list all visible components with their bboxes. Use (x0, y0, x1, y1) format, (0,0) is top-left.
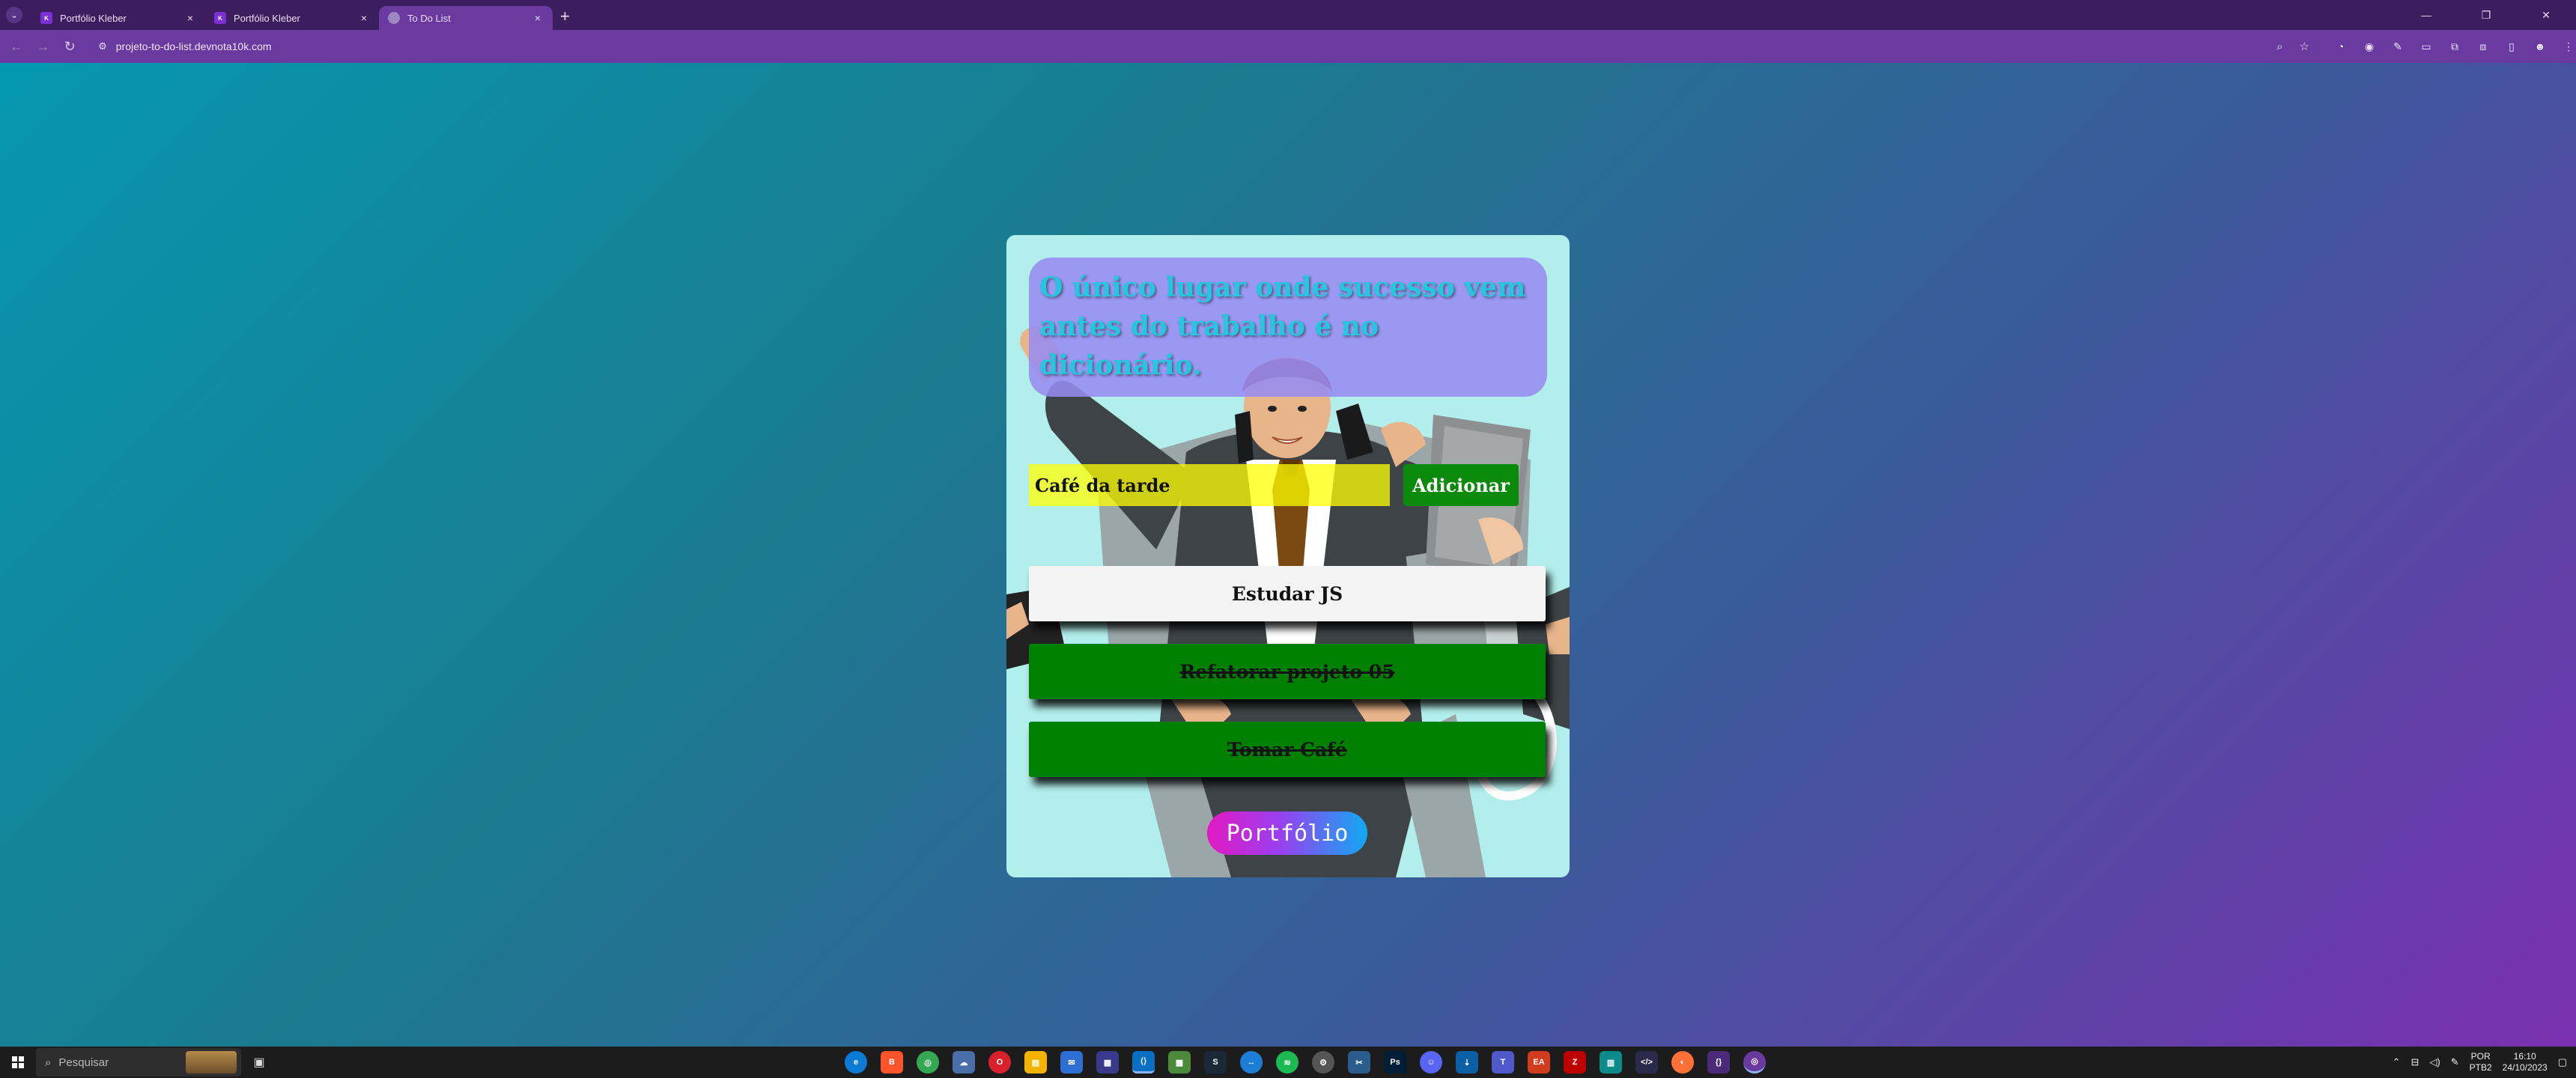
url-text[interactable]: projeto-to-do-list.devnota10k.com (116, 40, 2276, 52)
window-controls: — ❐ ✕ (2396, 0, 2576, 30)
search-highlight-image (186, 1051, 237, 1074)
color-picker-icon[interactable]: ◉ (2362, 39, 2377, 54)
spotify-icon[interactable]: ≋ (1276, 1051, 1298, 1074)
weather-app-icon[interactable]: ☁ (953, 1051, 975, 1074)
restore-icon[interactable]: ❐ (2456, 0, 2516, 30)
chrome-icon[interactable]: ◎ (917, 1051, 939, 1074)
globe-icon (388, 12, 400, 24)
notifications-icon[interactable]: ▢ (2558, 1056, 2567, 1068)
opera-icon[interactable]: O (988, 1051, 1011, 1074)
minecraft-icon[interactable]: ▩ (1168, 1051, 1191, 1074)
language-code: POR (2470, 1051, 2491, 1062)
game-launcher-icon[interactable]: EA (1528, 1051, 1550, 1074)
terminal-icon[interactable]: ▥ (1600, 1051, 1622, 1074)
reload-icon[interactable]: ↻ (59, 36, 80, 57)
discord-icon[interactable]: ☺ (1420, 1051, 1442, 1074)
eyedropper-icon[interactable]: ✎ (2390, 39, 2405, 54)
microsoft-store-icon[interactable]: ▦ (1096, 1051, 1119, 1074)
teamviewer-icon[interactable]: ↔ (1240, 1051, 1263, 1074)
settings-icon[interactable]: ⚙ (1312, 1051, 1334, 1074)
browser-toolbar: ← → ↻ ⚙ projeto-to-do-list.devnota10k.co… (0, 30, 2576, 63)
profile-avatar-icon[interactable]: ☻ (2533, 39, 2548, 54)
pin-app-icon[interactable]: ⇣ (1456, 1051, 1478, 1074)
extension-icon[interactable]: ⧉ (2447, 39, 2462, 54)
portfolio-button[interactable]: Portfólio (1207, 811, 1367, 855)
tab-title: To Do List (407, 12, 451, 24)
snipping-tool-icon[interactable]: ✂ (1348, 1051, 1370, 1074)
kleber-favicon-icon: K (40, 12, 52, 24)
steam-icon[interactable]: S (1204, 1051, 1227, 1074)
task-view-icon[interactable]: ▣ (241, 1047, 277, 1078)
extension-icon[interactable]: ▭ (2419, 39, 2434, 54)
tab-title: Portfólio Kleber (234, 12, 300, 24)
add-task-button[interactable]: Adicionar (1403, 464, 1519, 506)
vscode-icon[interactable]: ⟨⟩ (1132, 1051, 1155, 1074)
close-window-icon[interactable]: ✕ (2516, 0, 2576, 30)
mail-icon[interactable]: ✉ (1060, 1051, 1083, 1074)
keyboard-layout: PTB2 (2469, 1062, 2492, 1073)
keyboard-language[interactable]: POR PTB2 (2470, 1051, 2492, 1074)
pen-icon[interactable]: ✎ (2451, 1056, 2459, 1068)
bookmark-star-icon[interactable]: ☆ (2300, 40, 2309, 53)
windows-taskbar: ⌕ Pesquisar ▣ e B ◎ ☁ O ▤ ✉ ▦ ⟨⟩ ▩ S ↔ ≋… (0, 1047, 2576, 1078)
browser-tab-2[interactable]: K Portfólio Kleber × (205, 6, 379, 30)
new-tab-icon[interactable]: + (560, 7, 570, 26)
firefox-icon[interactable]: ◐ (1671, 1051, 1694, 1074)
puzzle-icon[interactable]: ⧈ (2476, 39, 2491, 54)
clock-time: 16:10 (2513, 1051, 2536, 1062)
teams-icon[interactable]: T (1492, 1051, 1514, 1074)
brackets-app-icon[interactable]: {} (1707, 1051, 1730, 1074)
zoom-icon[interactable]: ⌕ (2276, 40, 2282, 53)
clock[interactable]: 16:10 24/10/2023 (2503, 1051, 2548, 1074)
close-tab-icon[interactable]: × (184, 12, 196, 24)
browser-tab-strip: ⌄ K Portfólio Kleber × K Portfólio Klebe… (0, 0, 2576, 30)
close-tab-icon[interactable]: × (358, 12, 370, 24)
todo-card: O único lugar onde sucesso vem antes do … (1006, 235, 1570, 877)
volume-icon[interactable]: ◁) (2429, 1056, 2440, 1068)
menu-kebab-icon[interactable]: ⋮ (2561, 39, 2576, 54)
windows-start-icon[interactable] (0, 1047, 36, 1078)
search-icon: ⌕ (45, 1056, 52, 1069)
motivational-quote: O único lugar onde sucesso vem antes do … (1039, 272, 1526, 381)
tab-title: Portfólio Kleber (60, 12, 127, 24)
address-bar[interactable]: ⚙ projeto-to-do-list.devnota10k.com ⌕ ☆ (88, 34, 2326, 58)
back-icon[interactable]: ← (6, 36, 27, 57)
clock-date: 24/10/2023 (2502, 1062, 2548, 1073)
browser-tab-1[interactable]: K Portfólio Kleber × (31, 6, 205, 30)
edge-icon[interactable]: e (845, 1051, 867, 1074)
quote-box: O único lugar onde sucesso vem antes do … (1029, 258, 1547, 397)
kleber-favicon-icon: K (214, 12, 226, 24)
browser-tab-3-active[interactable]: To Do List × (379, 6, 553, 30)
task-item-done[interactable]: Refatorar projeto 05 (1029, 644, 1546, 699)
brave-icon[interactable]: B (881, 1051, 903, 1074)
extension-icon[interactable]: ◔ (2333, 39, 2348, 54)
side-panel-icon[interactable]: ▯ (2504, 39, 2519, 54)
forward-icon[interactable]: → (33, 36, 54, 57)
photoshop-icon[interactable]: Ps (1384, 1051, 1406, 1074)
tab-search-button[interactable]: ⌄ (6, 7, 22, 23)
pinned-apps: e B ◎ ☁ O ▤ ✉ ▦ ⟨⟩ ▩ S ↔ ≋ ⚙ ✂ Ps ☺ ⇣ T … (845, 1047, 1766, 1078)
network-icon[interactable]: ⊟ (2411, 1056, 2419, 1068)
close-tab-icon[interactable]: × (532, 12, 544, 24)
taskbar-search[interactable]: ⌕ Pesquisar (36, 1048, 241, 1077)
chrome-profile-icon[interactable]: ◎ (1743, 1051, 1766, 1074)
task-item-pending[interactable]: Estudar JS (1029, 566, 1546, 621)
file-explorer-icon[interactable]: ▤ (1024, 1051, 1047, 1074)
task-item-done[interactable]: Tomar Café (1029, 722, 1546, 777)
minimize-icon[interactable]: — (2396, 0, 2456, 30)
search-placeholder: Pesquisar (58, 1056, 109, 1069)
dev-tools-icon[interactable]: </> (1635, 1051, 1658, 1074)
chevron-up-icon[interactable]: ⌃ (2393, 1056, 2401, 1068)
system-tray: ⌃ ⊟ ◁) ✎ POR PTB2 16:10 24/10/2023 ▢ (2393, 1047, 2567, 1078)
site-info-icon[interactable]: ⚙ (98, 40, 107, 52)
page-background: O único lugar onde sucesso vem antes do … (0, 63, 2576, 1047)
filezilla-icon[interactable]: Z (1564, 1051, 1586, 1074)
task-input[interactable] (1029, 464, 1390, 506)
extension-icons: ◔ ◉ ✎ ▭ ⧉ ⧈ ▯ ☻ ⋮ (2333, 39, 2576, 54)
